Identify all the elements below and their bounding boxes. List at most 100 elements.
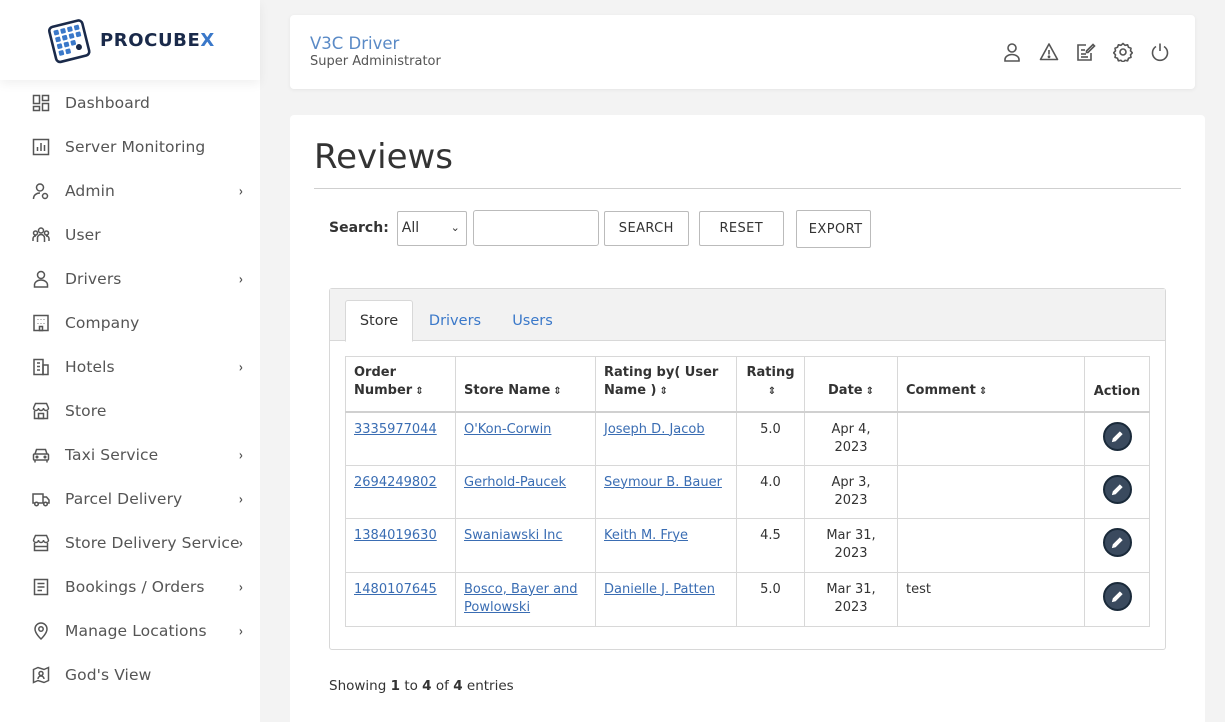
profile-icon[interactable] — [1001, 41, 1023, 63]
sidebar-item-store-delivery-service[interactable]: Store Delivery Service › — [0, 521, 260, 565]
col-comment[interactable]: Comment ⇕ — [897, 356, 1085, 412]
table-row: 1480107645 Bosco, Bayer and Powlowski Da… — [345, 571, 1150, 627]
date-cell: Mar 31, 2023 — [804, 571, 898, 627]
sidebar-item-parcel-delivery[interactable]: Parcel Delivery › — [0, 477, 260, 521]
order-link[interactable]: 1480107645 — [354, 582, 437, 597]
store-icon — [32, 402, 50, 420]
settings-icon[interactable] — [1112, 41, 1134, 63]
taxi-icon — [32, 446, 50, 464]
user-link[interactable]: Seymour B. Bauer — [604, 475, 722, 490]
header-actions — [1001, 41, 1171, 63]
top-header: V3C Driver Super Administrator — [290, 15, 1195, 89]
rating-cell: 5.0 — [736, 411, 805, 466]
map-user-icon — [32, 666, 50, 684]
store-link[interactable]: Gerhold-Paucek — [464, 475, 566, 490]
edit-button[interactable] — [1102, 527, 1132, 557]
tab-store[interactable]: Store — [345, 300, 413, 342]
tab-users[interactable]: Users — [500, 300, 565, 341]
col-action: Action — [1084, 356, 1150, 412]
sidebar-item-drivers[interactable]: Drivers › — [0, 257, 260, 301]
entries-summary: Showing 1 to 4 of 4 entries — [329, 678, 514, 694]
comment-cell — [897, 411, 1085, 466]
search-input[interactable] — [472, 210, 599, 246]
sidebar-item-user[interactable]: User — [0, 213, 260, 257]
comment-cell — [897, 517, 1085, 573]
export-button[interactable]: EXPORT — [795, 210, 871, 248]
tab-drivers[interactable]: Drivers — [422, 300, 488, 341]
order-link[interactable]: 3335977044 — [354, 422, 437, 437]
edit-button[interactable] — [1102, 581, 1132, 611]
sidebar-item-store[interactable]: Store — [0, 389, 260, 433]
pencil-icon — [1111, 536, 1123, 548]
location-icon — [32, 622, 50, 640]
user-link[interactable]: Joseph D. Jacob — [604, 422, 705, 437]
sidebar-item-server-monitoring[interactable]: Server Monitoring — [0, 125, 260, 169]
chevron-right-icon: › — [239, 272, 244, 288]
col-rating[interactable]: Rating ⇕ — [736, 356, 805, 412]
col-store-name[interactable]: Store Name ⇕ — [455, 356, 596, 412]
chevron-right-icon: › — [239, 360, 244, 376]
rating-cell: 5.0 — [736, 571, 805, 627]
brand-name: PROCUBEX — [100, 29, 215, 51]
table-header-row: Order Number ⇕ Store Name ⇕ Rating by( User… — [345, 356, 1150, 412]
user-link[interactable]: Danielle J. Patten — [604, 582, 715, 597]
notes-icon[interactable] — [1075, 41, 1097, 63]
sidebar-item-taxi-service[interactable]: Taxi Service › — [0, 433, 260, 477]
user-role: Super Administrator — [310, 54, 441, 69]
chevron-right-icon: › — [239, 580, 244, 596]
building-icon — [32, 314, 50, 332]
col-order-number[interactable]: Order Number ⇕ — [345, 356, 456, 412]
sidebar-item-manage-locations[interactable]: Manage Locations › — [0, 609, 260, 653]
chart-icon — [32, 138, 50, 156]
sidebar-item-hotels[interactable]: Hotels › — [0, 345, 260, 389]
search-label: Search: — [329, 220, 389, 236]
date-cell: Mar 31, 2023 — [804, 517, 898, 573]
sidebar-item-dashboard[interactable]: Dashboard — [0, 81, 260, 125]
power-icon[interactable] — [1149, 41, 1171, 63]
truck-icon — [32, 490, 50, 508]
app-title: V3C Driver — [310, 34, 400, 53]
edit-button[interactable] — [1102, 474, 1132, 504]
sidebar: PROCUBEX Dashboard Server Monitoring Adm… — [0, 0, 260, 722]
sidebar-nav: Dashboard Server Monitoring Admin › User… — [0, 81, 260, 697]
chevron-right-icon: › — [239, 184, 244, 200]
date-cell: Apr 4, 2023 — [804, 411, 898, 466]
driver-icon — [32, 270, 50, 288]
sidebar-item-admin[interactable]: Admin › — [0, 169, 260, 213]
store-link[interactable]: Bosco, Bayer and Powlowski — [464, 582, 578, 615]
edit-button[interactable] — [1102, 421, 1132, 451]
sidebar-item-company[interactable]: Company — [0, 301, 260, 345]
sort-icon: ⇕ — [415, 385, 424, 397]
date-cell: Apr 3, 2023 — [804, 464, 898, 519]
reset-button[interactable]: RESET — [698, 210, 784, 246]
reviews-table: Order Number ⇕ Store Name ⇕ Rating by( User… — [345, 356, 1150, 627]
sort-icon: ⇕ — [553, 385, 562, 397]
chevron-right-icon: › — [239, 492, 244, 508]
hotel-icon — [32, 358, 50, 376]
sidebar-item-gods-view[interactable]: God's View — [0, 653, 260, 697]
page-title: Reviews — [314, 137, 454, 177]
tab-bar: Store Drivers Users — [330, 289, 1165, 342]
orders-icon — [32, 578, 50, 596]
sidebar-item-bookings-orders[interactable]: Bookings / Orders › — [0, 565, 260, 609]
order-link[interactable]: 2694249802 — [354, 475, 437, 490]
table-row: 3335977044 O'Kon-Corwin Joseph D. Jacob … — [345, 411, 1150, 466]
search-button[interactable]: SEARCH — [603, 210, 689, 246]
col-date[interactable]: Date ⇕ — [804, 356, 898, 412]
col-rating-by[interactable]: Rating by( User Name ) ⇕ — [595, 356, 737, 412]
order-link[interactable]: 1384019630 — [354, 528, 437, 543]
comment-cell: test — [897, 571, 1085, 627]
search-field-select[interactable]: All ⌄ — [396, 210, 467, 246]
store-link[interactable]: O'Kon-Corwin — [464, 422, 551, 437]
sort-icon: ⇕ — [978, 385, 988, 397]
alert-icon[interactable] — [1038, 41, 1060, 63]
chevron-right-icon: › — [239, 448, 244, 464]
store-delivery-icon — [32, 534, 50, 552]
logo[interactable]: PROCUBEX — [0, 0, 260, 80]
user-link[interactable]: Keith M. Frye — [604, 528, 688, 543]
rating-cell: 4.0 — [736, 464, 805, 519]
store-link[interactable]: Swaniawski Inc — [464, 528, 563, 543]
title-divider — [314, 188, 1181, 189]
users-icon — [32, 226, 50, 244]
pencil-icon — [1111, 590, 1123, 602]
